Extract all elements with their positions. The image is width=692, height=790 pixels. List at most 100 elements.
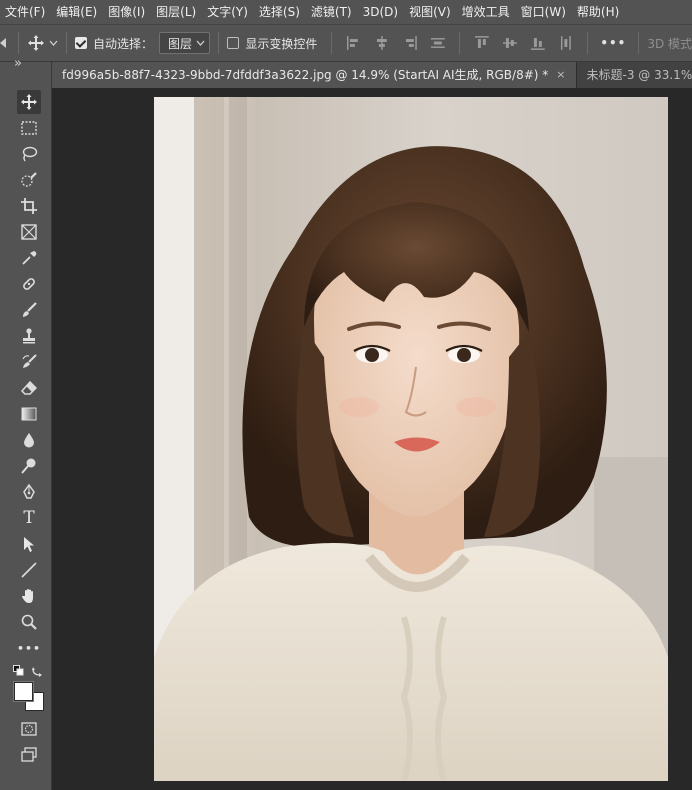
align-bottom-icon[interactable] (530, 35, 546, 51)
auto-select-checkbox[interactable] (74, 37, 87, 49)
align-left-icon[interactable] (346, 35, 362, 51)
eyedropper-tool[interactable] (17, 246, 41, 270)
show-transform-checkbox[interactable] (227, 37, 240, 49)
menu-help[interactable]: 帮助(H) (572, 0, 625, 24)
hand-tool[interactable] (17, 584, 41, 608)
quick-mask-button[interactable] (17, 717, 41, 741)
portrait-photo (154, 97, 668, 781)
menu-image[interactable]: 图像(I) (103, 0, 151, 24)
menu-view[interactable]: 视图(V) (404, 0, 457, 24)
brush-tool[interactable] (17, 298, 41, 322)
close-icon[interactable]: × (556, 62, 565, 88)
quick-mask-icon (21, 722, 37, 736)
swap-colors-icon[interactable] (31, 665, 43, 677)
move-icon (27, 35, 44, 51)
align-top-icon[interactable] (474, 35, 490, 51)
separator (638, 32, 640, 54)
3d-mode-label: 3D 模式 (647, 36, 692, 51)
line-tool[interactable] (17, 558, 41, 582)
move-icon (21, 94, 37, 110)
stamp-icon (23, 328, 35, 344)
menu-type[interactable]: 文字(Y) (202, 0, 254, 24)
collapse-toolbar-button[interactable]: » (14, 56, 22, 71)
brush-icon (23, 302, 37, 317)
dodge-tool[interactable] (17, 454, 41, 478)
distribute-vertical-icon[interactable] (558, 35, 574, 51)
menu-select[interactable]: 选择(S) (254, 0, 306, 24)
separator (18, 32, 19, 54)
pen-icon (23, 483, 35, 499)
type-tool[interactable]: T (17, 506, 41, 530)
menu-window[interactable]: 窗口(W) (516, 0, 572, 24)
align-vertical-center-icon[interactable] (502, 35, 518, 51)
eraser-tool[interactable] (17, 376, 41, 400)
separator (331, 32, 333, 54)
screen-mode-button[interactable] (17, 743, 41, 767)
water-drop-icon (24, 433, 34, 448)
menu-3d[interactable]: 3D(D) (358, 0, 404, 24)
lasso-icon (22, 146, 38, 162)
default-colors-icon[interactable] (13, 665, 25, 677)
foreground-color-swatch[interactable] (14, 682, 33, 701)
eraser-icon (20, 380, 38, 395)
document-tab-active[interactable]: fd996a5b-88f7-4323-9bbd-7dfddf3a3622.jpg… (52, 62, 577, 88)
separator (218, 32, 220, 54)
document-tab-title: 未标题-3 @ 33.1% (StartAI AI生成 (586, 68, 692, 82)
lasso-tool[interactable] (17, 142, 41, 166)
more-tools-icon: ••• (16, 641, 42, 655)
tool-preset-picker[interactable] (27, 34, 58, 52)
align-right-icon[interactable] (402, 35, 418, 51)
tools-panel: » T ••• (0, 56, 52, 790)
align-horizontal-center-icon[interactable] (374, 35, 390, 51)
hand-icon (22, 589, 33, 603)
document-image[interactable] (154, 97, 668, 781)
zoom-icon (21, 614, 37, 630)
line-icon (21, 562, 37, 578)
gradient-tool[interactable] (17, 402, 41, 426)
document-tabs: fd996a5b-88f7-4323-9bbd-7dfddf3a3622.jpg… (52, 62, 692, 88)
distribute-icon[interactable] (430, 35, 446, 51)
menu-layer[interactable]: 图层(L) (151, 0, 202, 24)
frame-icon (21, 224, 37, 240)
chevron-down-icon (196, 40, 205, 46)
dodge-icon (21, 458, 36, 474)
menu-plugins[interactable]: 增效工具 (457, 0, 516, 24)
history-brush-tool[interactable] (17, 350, 41, 374)
rectangle-marquee-icon (21, 121, 37, 135)
crop-icon (21, 198, 37, 214)
layer-group-select-value: 图层 (167, 36, 192, 51)
eyedropper-icon (22, 251, 37, 265)
arrow-cursor-icon (24, 537, 34, 552)
crop-tool[interactable] (17, 194, 41, 218)
menu-file[interactable]: 文件(F) (0, 0, 51, 24)
more-options-button[interactable]: ••• (596, 36, 630, 50)
history-brush-icon (22, 354, 37, 368)
menu-filter[interactable]: 滤镜(T) (306, 0, 358, 24)
edit-toolbar-button[interactable]: ••• (17, 636, 41, 660)
gradient-icon (21, 407, 37, 421)
marquee-tool[interactable] (17, 116, 41, 140)
menu-edit[interactable]: 编辑(E) (51, 0, 103, 24)
document-tab[interactable]: 未标题-3 @ 33.1% (StartAI AI生成 (577, 62, 692, 88)
options-bar: 自动选择： 图层 显示变换控件 ••• 3D 模式 (0, 24, 692, 62)
clone-stamp-tool[interactable] (17, 324, 41, 348)
zoom-tool[interactable] (17, 610, 41, 634)
show-transform-label: 显示变换控件 (245, 36, 318, 51)
separator (587, 32, 589, 54)
document-tab-title: fd996a5b-88f7-4323-9bbd-7dfddf3a3622.jpg… (62, 68, 549, 82)
pen-tool[interactable] (17, 480, 41, 504)
separator (65, 32, 67, 54)
layer-group-select[interactable]: 图层 (158, 32, 211, 54)
quick-selection-tool[interactable] (17, 168, 41, 192)
healing-brush-tool[interactable] (17, 272, 41, 296)
quick-selection-icon (21, 172, 37, 187)
home-icon[interactable] (0, 35, 10, 51)
path-selection-tool[interactable] (17, 532, 41, 556)
type-icon: T (23, 508, 35, 528)
bandage-icon (23, 278, 35, 290)
blur-tool[interactable] (17, 428, 41, 452)
move-tool[interactable] (17, 90, 41, 114)
canvas-area[interactable] (52, 88, 692, 790)
auto-select-label: 自动选择： (92, 36, 153, 51)
frame-tool[interactable] (17, 220, 41, 244)
